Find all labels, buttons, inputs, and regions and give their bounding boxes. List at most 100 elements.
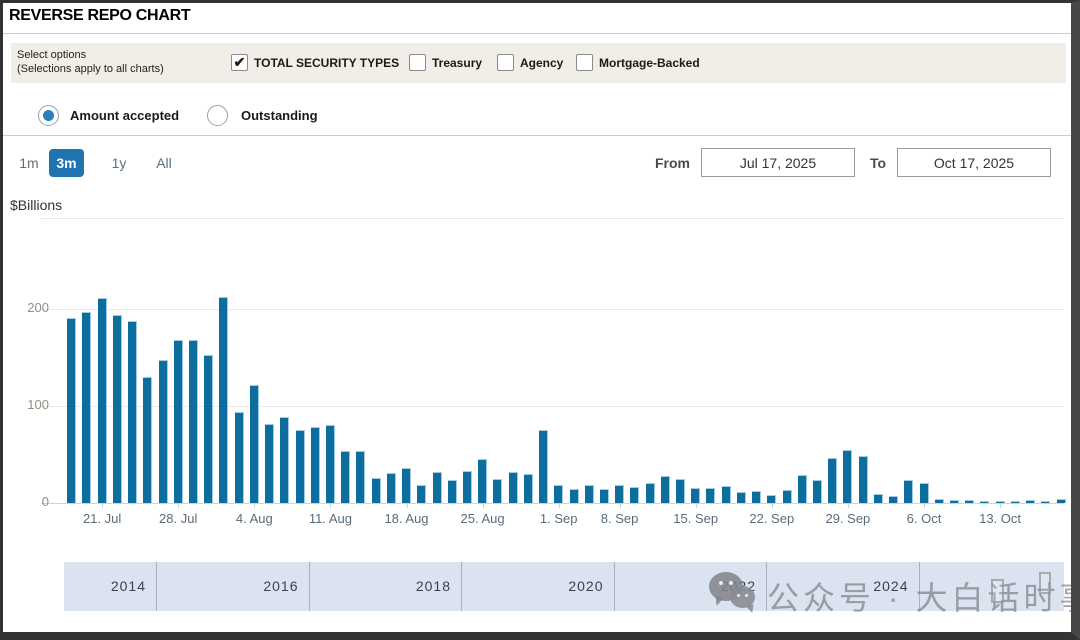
bar[interactable] — [828, 458, 837, 503]
security-type-options-bar: Select options (Selections apply to all … — [11, 43, 1066, 83]
y-axis-tick-label: 100 — [9, 398, 49, 412]
from-label: From — [655, 155, 690, 171]
bar[interactable] — [737, 492, 746, 503]
bar[interactable] — [493, 479, 502, 503]
bar[interactable] — [509, 472, 518, 503]
bar[interactable] — [965, 500, 974, 503]
bar[interactable] — [920, 483, 929, 503]
bar[interactable] — [189, 340, 198, 503]
radio-amount-accepted[interactable] — [38, 105, 59, 126]
bar[interactable] — [615, 485, 624, 503]
bar[interactable] — [204, 355, 213, 503]
bar[interactable] — [859, 456, 868, 503]
missing-glyph-box — [991, 579, 1004, 603]
bar[interactable] — [676, 479, 685, 503]
bar[interactable] — [600, 489, 609, 503]
x-axis-tick-label: 8. Sep — [584, 511, 656, 526]
chart-range-navigator[interactable]: 201420162018202020222024 — [64, 562, 1064, 611]
bar[interactable] — [448, 480, 457, 503]
bar[interactable] — [691, 488, 700, 503]
bar[interactable] — [524, 474, 533, 503]
select-options-label: Select options (Selections apply to all … — [17, 48, 164, 76]
bar[interactable] — [935, 499, 944, 503]
from-date-input[interactable] — [701, 148, 855, 177]
navigator-year-label: 2018 — [381, 562, 451, 611]
bar[interactable] — [296, 430, 305, 503]
range-preset-1m[interactable]: 1m — [17, 149, 41, 177]
bar[interactable] — [159, 360, 168, 503]
plot-top-border — [41, 218, 1064, 219]
bar[interactable] — [950, 500, 959, 503]
checkbox-total-security-types[interactable]: ✔ — [231, 54, 248, 71]
navigator-year-label: 2022 — [686, 562, 756, 611]
x-axis-tick-label: 11. Aug — [294, 511, 366, 526]
x-axis-tick-label: 21. Jul — [66, 511, 138, 526]
radio-label: Amount accepted — [70, 108, 179, 123]
x-axis-tick-label: 22. Sep — [736, 511, 808, 526]
checkbox-label: Agency — [520, 56, 563, 70]
to-date-input[interactable] — [897, 148, 1051, 177]
bar[interactable] — [113, 315, 122, 503]
bar[interactable] — [478, 459, 487, 503]
bar[interactable] — [463, 471, 472, 503]
divider — [3, 33, 1071, 34]
navigator-year-label: 2014 — [76, 562, 146, 611]
bar[interactable] — [82, 312, 91, 503]
bar[interactable] — [661, 476, 670, 503]
bar[interactable] — [1011, 501, 1020, 503]
bar[interactable] — [813, 480, 822, 503]
bar[interactable] — [706, 488, 715, 503]
bar[interactable] — [174, 340, 183, 503]
x-axis-tick-label: 29. Sep — [812, 511, 884, 526]
checkbox-treasury[interactable] — [409, 54, 426, 71]
bar[interactable] — [219, 297, 228, 503]
bar[interactable] — [98, 298, 107, 503]
bar[interactable] — [722, 486, 731, 504]
checkbox-agency[interactable] — [497, 54, 514, 71]
bar[interactable] — [843, 450, 852, 503]
bar[interactable] — [783, 490, 792, 503]
bar[interactable] — [798, 475, 807, 503]
bar[interactable] — [143, 377, 152, 503]
x-axis-tick — [407, 503, 408, 508]
x-axis-tick — [1000, 503, 1001, 508]
bar[interactable] — [1026, 500, 1035, 503]
bar[interactable] — [417, 485, 426, 503]
bar[interactable] — [128, 321, 137, 503]
bar[interactable] — [554, 485, 563, 503]
range-preset-3m[interactable]: 3m — [49, 149, 84, 177]
radio-outstanding[interactable] — [207, 105, 228, 126]
bar[interactable] — [67, 318, 76, 503]
bar[interactable] — [980, 501, 989, 503]
bar[interactable] — [280, 417, 289, 503]
bar[interactable] — [250, 385, 259, 503]
bar[interactable] — [570, 489, 579, 503]
bar[interactable] — [1057, 499, 1066, 503]
bar[interactable] — [265, 424, 274, 503]
bar[interactable] — [630, 487, 639, 504]
bar[interactable] — [585, 485, 594, 503]
bar[interactable] — [874, 494, 883, 503]
bar[interactable] — [341, 451, 350, 503]
bar[interactable] — [889, 496, 898, 503]
x-axis-tick-label: 18. Aug — [371, 511, 443, 526]
bar[interactable] — [387, 473, 396, 503]
bar[interactable] — [311, 427, 320, 503]
range-preset-all[interactable]: All — [150, 149, 178, 177]
bar[interactable] — [752, 491, 761, 503]
checkbox-mortgage-backed[interactable] — [576, 54, 593, 71]
bar[interactable] — [433, 472, 442, 503]
navigator-year-label: 2016 — [229, 562, 299, 611]
bar[interactable] — [646, 483, 655, 503]
bar[interactable] — [326, 425, 335, 503]
bar[interactable] — [539, 430, 548, 503]
bar[interactable] — [235, 412, 244, 503]
bar[interactable] — [1041, 501, 1050, 503]
range-preset-1y[interactable]: 1y — [107, 149, 131, 177]
bar[interactable] — [372, 478, 381, 503]
bar[interactable] — [402, 468, 411, 503]
bar[interactable] — [767, 495, 776, 503]
bar[interactable] — [356, 451, 365, 503]
bar[interactable] — [904, 480, 913, 503]
checkbox-label: TOTAL SECURITY TYPES — [254, 56, 399, 70]
